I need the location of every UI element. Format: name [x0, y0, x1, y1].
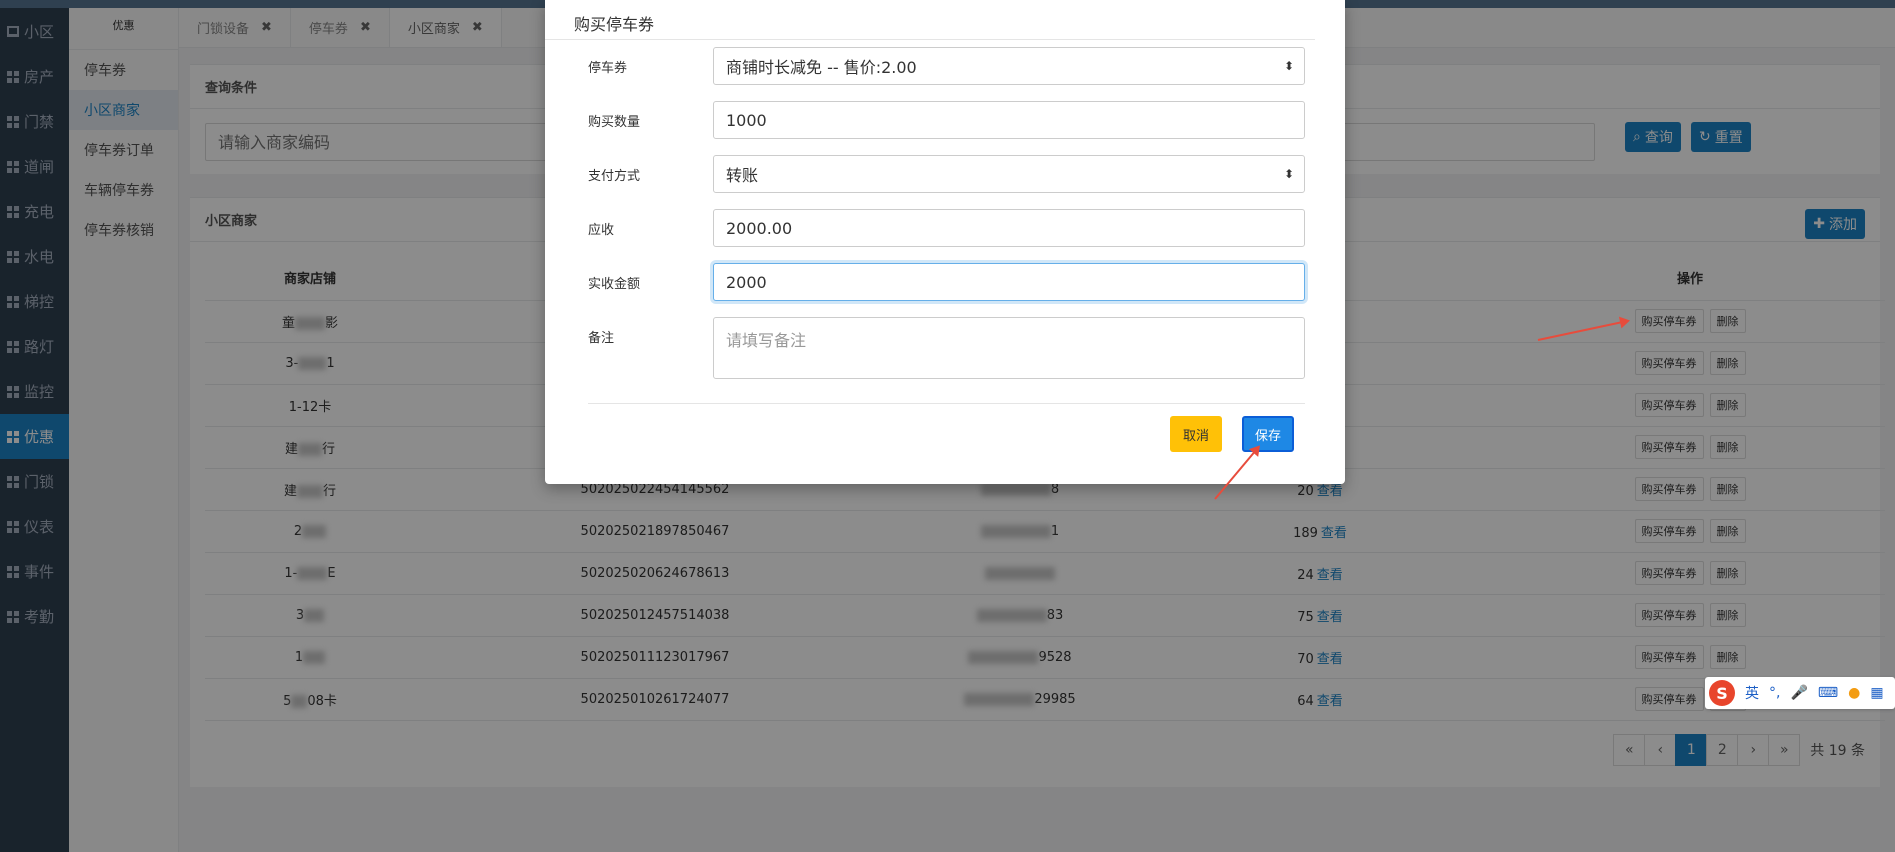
apps-grid-icon[interactable]: ▦ [1870, 685, 1883, 701]
coupon-select[interactable]: 商铺时长减免 -- 售价:2.00 [713, 47, 1305, 85]
modal-title: 购买停车券 [545, 0, 1315, 40]
form-row-coupon: 停车券 商铺时长减免 -- 售价:2.00 [588, 47, 1305, 85]
form-row-quantity: 购买数量 1000 [588, 101, 1305, 139]
skin-icon[interactable]: ● [1848, 685, 1860, 701]
received-amount-label: 实收金额 [588, 277, 641, 292]
sogou-logo-icon: S [1709, 680, 1735, 706]
ime-lang[interactable]: 英 [1745, 683, 1759, 703]
payment-method-select[interactable]: 转账 [713, 155, 1305, 193]
quantity-label: 购买数量 [588, 115, 641, 130]
receivable-input[interactable]: 2000.00 [713, 209, 1305, 247]
form-row-receivable: 应收 2000.00 [588, 209, 1305, 247]
ime-toolbar[interactable]: S 英 °, 🎤 ⌨ ● ▦ [1705, 677, 1895, 709]
received-amount-input[interactable]: 2000 [713, 263, 1305, 301]
buy-coupon-modal: 购买停车券 停车券 商铺时长减免 -- 售价:2.00 购买数量 1000 支付… [545, 0, 1345, 484]
form-row-payment: 支付方式 转账 [588, 155, 1305, 193]
form-row-remark: 备注 请填写备注 [588, 317, 1305, 379]
remark-textarea[interactable]: 请填写备注 [713, 317, 1305, 379]
cancel-button[interactable]: 取消 [1170, 416, 1222, 452]
payment-label: 支付方式 [588, 169, 641, 184]
modal-footer-divider [588, 403, 1305, 404]
quantity-input[interactable]: 1000 [713, 101, 1305, 139]
form-row-received: 实收金额 2000 [588, 263, 1305, 301]
microphone-icon[interactable]: 🎤 [1790, 685, 1807, 701]
receivable-label: 应收 [588, 223, 615, 238]
coupon-label: 停车券 [588, 61, 628, 76]
ime-punct[interactable]: °, [1769, 685, 1780, 701]
remark-label: 备注 [588, 331, 615, 346]
keyboard-icon[interactable]: ⌨ [1818, 685, 1838, 701]
